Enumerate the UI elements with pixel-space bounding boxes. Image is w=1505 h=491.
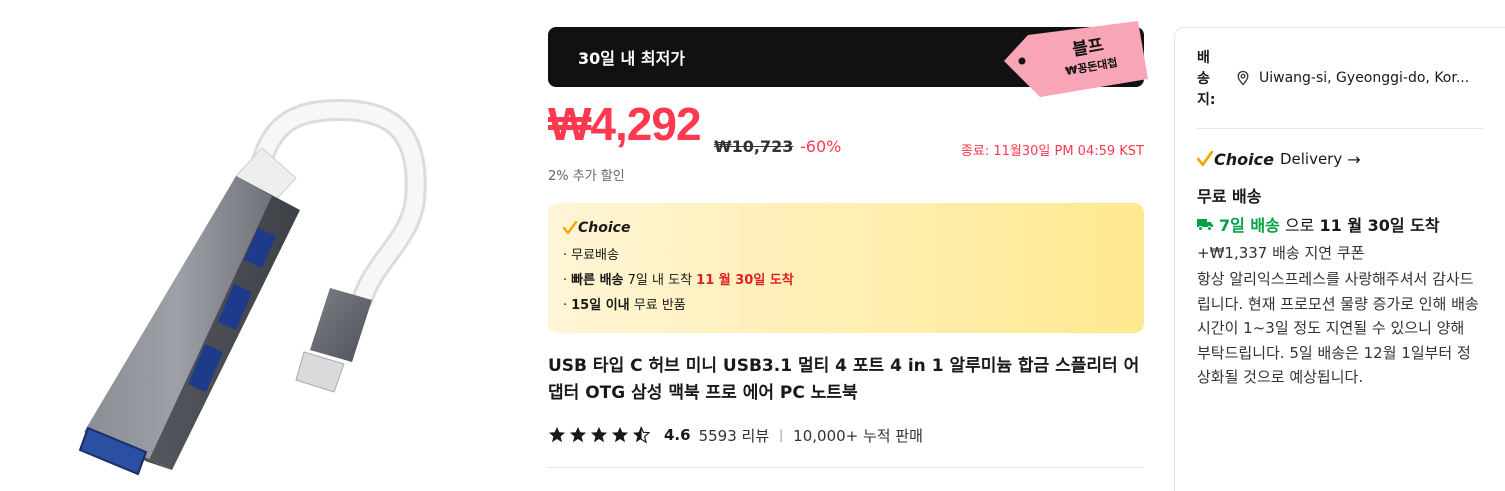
star-icon xyxy=(548,426,566,443)
free-shipping: 무료 배송 xyxy=(1197,187,1262,206)
promo-text: 30일 내 최저가 xyxy=(578,49,686,68)
benefit-free-returns: · 15일 이내 무료 반품 xyxy=(563,298,686,313)
divider xyxy=(1197,128,1483,129)
benefit-free-shipping: · 무료배송 xyxy=(563,248,619,263)
check-icon xyxy=(1197,151,1213,167)
sale-end-time: 종료: 11월30일 PM 04:59 KST xyxy=(960,144,1144,159)
delivery-days: 7일 배송 xyxy=(1219,216,1280,235)
truck-icon xyxy=(1197,219,1213,231)
review-count[interactable]: 5593 리뷰 xyxy=(699,425,770,446)
sold-count: 10,000+ 누적 판매 xyxy=(793,426,923,445)
star-icon xyxy=(611,426,629,443)
ship-to-location[interactable]: Uiwang-si, Gyeonggi-do, Kor... xyxy=(1259,70,1469,86)
delay-notice: 항상 알리익스프레스를 사랑해주셔서 감사드립니다. 현재 프로모션 물량 증가… xyxy=(1197,270,1479,386)
promo-banner[interactable]: 30일 내 최저가 블프 ₩꽁돈대첩 xyxy=(548,21,1148,97)
shipping-panel: 배 송 지: Uiwang-si, Gyeonggi-do, Kor... Ch… xyxy=(1174,27,1505,491)
product-title: USB 타입 C 허브 미니 USB3.1 멀티 4 포트 4 in 1 알루미… xyxy=(548,356,1140,403)
check-icon xyxy=(563,221,577,235)
choice-delivery-link[interactable]: Choice Delivery → xyxy=(1197,147,1491,171)
star-icon xyxy=(590,426,608,443)
benefit-fast-delivery: · 빠른 배송 7일 내 도착 11 월 30일 도착 xyxy=(563,273,794,288)
choice-benefits-box[interactable]: Choice · 무료배송 · 빠른 배송 7일 내 도착 11 월 30일 도착 … xyxy=(548,203,1144,333)
choice-delivery-label: Delivery xyxy=(1279,150,1343,168)
star-icon xyxy=(569,426,587,443)
rating-row[interactable]: 4.6 5593 리뷰 | 10,000+ 누적 판매 xyxy=(548,423,1144,447)
divider xyxy=(548,467,1144,468)
delay-coupon: +₩1,337 배송 지연 쿠폰 xyxy=(1197,244,1365,262)
choice-logo: Choice xyxy=(563,217,1129,239)
location-pin-icon xyxy=(1237,70,1249,86)
delivery-date: 11 월 30일 도착 xyxy=(1319,216,1440,235)
current-price: ₩4,292 xyxy=(548,98,702,150)
promo-tag: 블프 ₩꽁돈대첩 xyxy=(1004,21,1148,97)
arrow-right-icon: → xyxy=(1347,149,1361,169)
separator: | xyxy=(779,428,784,442)
extra-discount: 2% 추가 할인 xyxy=(548,169,625,184)
discount-percent: -60% xyxy=(800,137,842,156)
ship-to-label: 배 송 지: xyxy=(1197,50,1216,108)
delivery-estimate: 7일 배송 으로 11 월 30일 도착 xyxy=(1197,212,1491,236)
half-star-icon xyxy=(632,426,650,444)
product-image[interactable] xyxy=(0,0,530,491)
rating-value: 4.6 xyxy=(664,426,691,444)
rating-stars xyxy=(548,426,650,444)
choice-logo: Choice xyxy=(1214,149,1274,169)
original-price: ₩10,723 xyxy=(714,137,794,156)
ship-to-row[interactable]: 배 송 지: Uiwang-si, Gyeonggi-do, Kor... xyxy=(1197,48,1491,111)
